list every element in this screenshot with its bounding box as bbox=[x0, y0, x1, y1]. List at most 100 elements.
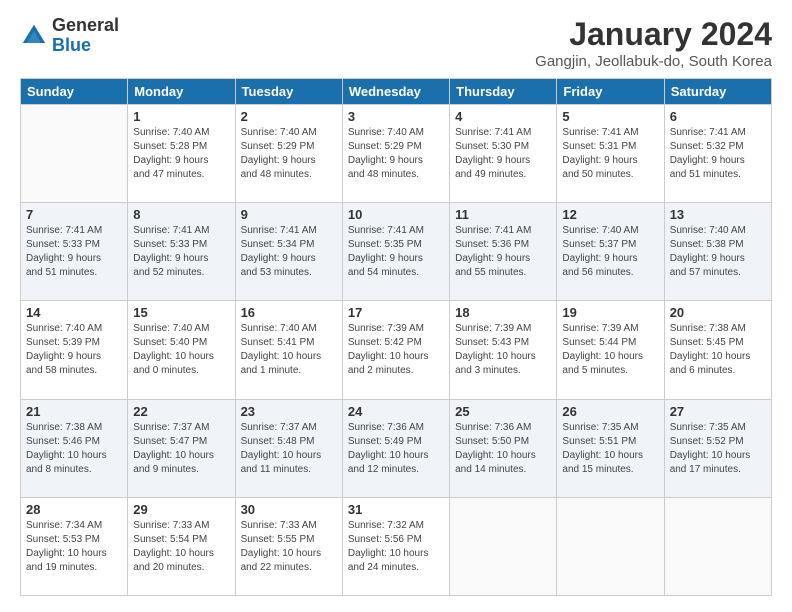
day-number: 5 bbox=[562, 109, 658, 124]
header: General Blue January 2024 Gangjin, Jeoll… bbox=[20, 16, 772, 70]
day-info: Sunrise: 7:38 AM Sunset: 5:46 PM Dayligh… bbox=[26, 421, 122, 477]
day-cell: 25 Sunrise: 7:36 AM Sunset: 5:50 PM Dayli… bbox=[450, 399, 557, 497]
day-info: Sunrise: 7:35 AM Sunset: 5:52 PM Dayligh… bbox=[670, 421, 766, 477]
day-cell: 24 Sunrise: 7:36 AM Sunset: 5:49 PM Dayli… bbox=[342, 399, 449, 497]
day-number: 21 bbox=[26, 404, 122, 419]
day-number: 15 bbox=[133, 305, 229, 320]
col-header-monday: Monday bbox=[128, 79, 235, 105]
day-info: Sunrise: 7:41 AM Sunset: 5:33 PM Dayligh… bbox=[26, 224, 122, 280]
day-info: Sunrise: 7:39 AM Sunset: 5:43 PM Dayligh… bbox=[455, 322, 551, 378]
day-info: Sunrise: 7:41 AM Sunset: 5:36 PM Dayligh… bbox=[455, 224, 551, 280]
day-number: 30 bbox=[241, 502, 337, 517]
day-cell: 6 Sunrise: 7:41 AM Sunset: 5:32 PM Daylig… bbox=[664, 105, 771, 203]
day-cell: 31 Sunrise: 7:32 AM Sunset: 5:56 PM Dayli… bbox=[342, 497, 449, 595]
day-number: 27 bbox=[670, 404, 766, 419]
day-cell: 27 Sunrise: 7:35 AM Sunset: 5:52 PM Dayli… bbox=[664, 399, 771, 497]
day-info: Sunrise: 7:36 AM Sunset: 5:49 PM Dayligh… bbox=[348, 421, 444, 477]
day-number: 23 bbox=[241, 404, 337, 419]
day-cell: 20Sunrise: 7:38 AM Sunset: 5:45 PM Dayli… bbox=[664, 301, 771, 399]
day-number: 4 bbox=[455, 109, 551, 124]
col-header-sunday: Sunday bbox=[21, 79, 128, 105]
day-cell: 1Sunrise: 7:40 AM Sunset: 5:28 PM Daylig… bbox=[128, 105, 235, 203]
day-cell: 16 Sunrise: 7:40 AM Sunset: 5:41 PM Dayli… bbox=[235, 301, 342, 399]
day-info: Sunrise: 7:40 AM Sunset: 5:29 PM Dayligh… bbox=[241, 126, 337, 182]
week-row-4: 28 Sunrise: 7:34 AM Sunset: 5:53 PM Dayli… bbox=[21, 497, 772, 595]
day-info: Sunrise: 7:34 AM Sunset: 5:53 PM Dayligh… bbox=[26, 519, 122, 575]
day-number: 29 bbox=[133, 502, 229, 517]
day-number: 10 bbox=[348, 207, 444, 222]
logo-icon bbox=[20, 22, 48, 50]
col-header-tuesday: Tuesday bbox=[235, 79, 342, 105]
day-cell: 11 Sunrise: 7:41 AM Sunset: 5:36 PM Dayli… bbox=[450, 203, 557, 301]
day-info: Sunrise: 7:33 AM Sunset: 5:54 PM Dayligh… bbox=[133, 519, 229, 575]
logo-blue: Blue bbox=[52, 36, 119, 56]
day-cell: 9 Sunrise: 7:41 AM Sunset: 5:34 PM Daylig… bbox=[235, 203, 342, 301]
day-cell bbox=[664, 497, 771, 595]
day-number: 18 bbox=[455, 305, 551, 320]
day-number: 28 bbox=[26, 502, 122, 517]
day-info: Sunrise: 7:41 AM Sunset: 5:35 PM Dayligh… bbox=[348, 224, 444, 280]
week-row-3: 21 Sunrise: 7:38 AM Sunset: 5:46 PM Dayli… bbox=[21, 399, 772, 497]
day-number: 17 bbox=[348, 305, 444, 320]
day-info: Sunrise: 7:41 AM Sunset: 5:34 PM Dayligh… bbox=[241, 224, 337, 280]
day-info: Sunrise: 7:40 AM Sunset: 5:29 PM Dayligh… bbox=[348, 126, 444, 182]
day-cell: 7Sunrise: 7:41 AM Sunset: 5:33 PM Daylig… bbox=[21, 203, 128, 301]
day-number: 25 bbox=[455, 404, 551, 419]
day-info: Sunrise: 7:40 AM Sunset: 5:38 PM Dayligh… bbox=[670, 224, 766, 280]
day-cell: 13Sunrise: 7:40 AM Sunset: 5:38 PM Dayli… bbox=[664, 203, 771, 301]
day-cell: 21 Sunrise: 7:38 AM Sunset: 5:46 PM Dayli… bbox=[21, 399, 128, 497]
day-info: Sunrise: 7:39 AM Sunset: 5:42 PM Dayligh… bbox=[348, 322, 444, 378]
day-info: Sunrise: 7:41 AM Sunset: 5:32 PM Dayligh… bbox=[670, 126, 766, 182]
col-header-wednesday: Wednesday bbox=[342, 79, 449, 105]
col-header-saturday: Saturday bbox=[664, 79, 771, 105]
day-cell: 10 Sunrise: 7:41 AM Sunset: 5:35 PM Dayli… bbox=[342, 203, 449, 301]
day-info: Sunrise: 7:41 AM Sunset: 5:33 PM Dayligh… bbox=[133, 224, 229, 280]
day-cell: 14Sunrise: 7:40 AM Sunset: 5:39 PM Dayli… bbox=[21, 301, 128, 399]
day-number: 6 bbox=[670, 109, 766, 124]
day-info: Sunrise: 7:40 AM Sunset: 5:39 PM Dayligh… bbox=[26, 322, 122, 378]
day-cell: 19Sunrise: 7:39 AM Sunset: 5:44 PM Dayli… bbox=[557, 301, 664, 399]
day-cell: 28 Sunrise: 7:34 AM Sunset: 5:53 PM Dayli… bbox=[21, 497, 128, 595]
day-info: Sunrise: 7:32 AM Sunset: 5:56 PM Dayligh… bbox=[348, 519, 444, 575]
day-cell: 8 Sunrise: 7:41 AM Sunset: 5:33 PM Daylig… bbox=[128, 203, 235, 301]
day-number: 11 bbox=[455, 207, 551, 222]
day-number: 9 bbox=[241, 207, 337, 222]
day-cell: 17 Sunrise: 7:39 AM Sunset: 5:42 PM Dayli… bbox=[342, 301, 449, 399]
day-cell: 12 Sunrise: 7:40 AM Sunset: 5:37 PM Dayli… bbox=[557, 203, 664, 301]
day-cell bbox=[450, 497, 557, 595]
day-info: Sunrise: 7:40 AM Sunset: 5:37 PM Dayligh… bbox=[562, 224, 658, 280]
day-number: 8 bbox=[133, 207, 229, 222]
location: Gangjin, Jeollabuk-do, South Korea bbox=[535, 53, 772, 70]
day-cell bbox=[557, 497, 664, 595]
day-cell: 15Sunrise: 7:40 AM Sunset: 5:40 PM Dayli… bbox=[128, 301, 235, 399]
day-number: 3 bbox=[348, 109, 444, 124]
day-number: 12 bbox=[562, 207, 658, 222]
day-info: Sunrise: 7:41 AM Sunset: 5:30 PM Dayligh… bbox=[455, 126, 551, 182]
day-cell bbox=[21, 105, 128, 203]
day-cell: 3 Sunrise: 7:40 AM Sunset: 5:29 PM Daylig… bbox=[342, 105, 449, 203]
week-row-0: 1Sunrise: 7:40 AM Sunset: 5:28 PM Daylig… bbox=[21, 105, 772, 203]
day-info: Sunrise: 7:37 AM Sunset: 5:48 PM Dayligh… bbox=[241, 421, 337, 477]
day-number: 31 bbox=[348, 502, 444, 517]
week-row-1: 7Sunrise: 7:41 AM Sunset: 5:33 PM Daylig… bbox=[21, 203, 772, 301]
day-number: 19 bbox=[562, 305, 658, 320]
day-cell: 26Sunrise: 7:35 AM Sunset: 5:51 PM Dayli… bbox=[557, 399, 664, 497]
day-number: 22 bbox=[133, 404, 229, 419]
day-number: 24 bbox=[348, 404, 444, 419]
header-row: SundayMondayTuesdayWednesdayThursdayFrid… bbox=[21, 79, 772, 105]
day-info: Sunrise: 7:41 AM Sunset: 5:31 PM Dayligh… bbox=[562, 126, 658, 182]
title-block: January 2024 Gangjin, Jeollabuk-do, Sout… bbox=[535, 16, 772, 70]
day-number: 16 bbox=[241, 305, 337, 320]
day-cell: 30 Sunrise: 7:33 AM Sunset: 5:55 PM Dayli… bbox=[235, 497, 342, 595]
day-cell: 23 Sunrise: 7:37 AM Sunset: 5:48 PM Dayli… bbox=[235, 399, 342, 497]
logo-text: General Blue bbox=[52, 16, 119, 56]
week-row-2: 14Sunrise: 7:40 AM Sunset: 5:39 PM Dayli… bbox=[21, 301, 772, 399]
day-info: Sunrise: 7:33 AM Sunset: 5:55 PM Dayligh… bbox=[241, 519, 337, 575]
day-info: Sunrise: 7:40 AM Sunset: 5:41 PM Dayligh… bbox=[241, 322, 337, 378]
day-cell: 22Sunrise: 7:37 AM Sunset: 5:47 PM Dayli… bbox=[128, 399, 235, 497]
day-cell: 5 Sunrise: 7:41 AM Sunset: 5:31 PM Daylig… bbox=[557, 105, 664, 203]
day-info: Sunrise: 7:38 AM Sunset: 5:45 PM Dayligh… bbox=[670, 322, 766, 378]
day-info: Sunrise: 7:36 AM Sunset: 5:50 PM Dayligh… bbox=[455, 421, 551, 477]
day-number: 1 bbox=[133, 109, 229, 124]
month-title: January 2024 bbox=[535, 16, 772, 53]
